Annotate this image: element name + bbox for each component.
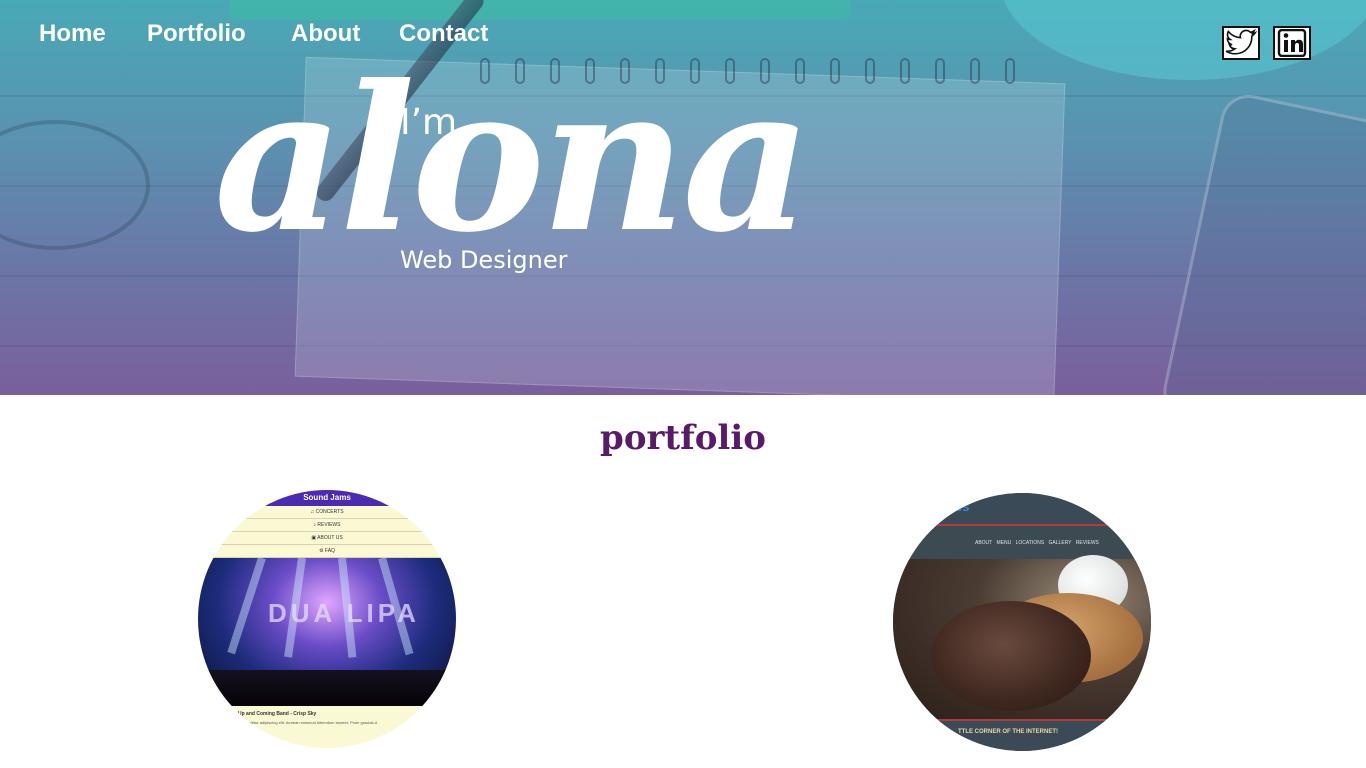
project-menu-item: ♫ CONCERTS: [198, 506, 456, 519]
linkedin-icon: [1277, 29, 1307, 57]
project-image-sign: DUA LIPA: [268, 598, 420, 628]
project-crowd: [198, 670, 456, 706]
notebook-ring: [865, 58, 875, 84]
project-caption: Up and Coming Band - Crisp Sky: [238, 711, 317, 717]
hero-banner: Home Portfolio About Contact alona I’m W…: [0, 0, 1366, 395]
project-site-title: Sound Jams: [198, 490, 456, 506]
hero-coffee-cup: [1000, 0, 1366, 80]
linkedin-link[interactable]: [1273, 26, 1311, 60]
hero-brand: alona I’m Web Designer: [214, 60, 814, 290]
hero-phone: [1158, 89, 1366, 395]
project-tagline: TTLE CORNER OF THE INTERNET!: [958, 729, 1058, 735]
notebook-ring: [1005, 58, 1015, 84]
portfolio-project-sound-jams[interactable]: Sound Jams ♫ CONCERTS ♪ REVIEWS ▣ ABOUT …: [198, 490, 456, 748]
project-divider: [893, 524, 1151, 526]
project-menu-item: ⚙ FAQ: [198, 545, 456, 558]
nav-home[interactable]: Home: [39, 20, 106, 48]
portfolio-title: portfolio: [600, 418, 766, 458]
project-footer: [893, 721, 1151, 751]
project-site-title: es: [955, 499, 970, 514]
notebook-ring: [970, 58, 980, 84]
twitter-link[interactable]: [1222, 26, 1260, 60]
notebook-ring: [900, 58, 910, 84]
hero-role: Web Designer: [400, 246, 568, 274]
twitter-icon: [1225, 28, 1258, 55]
project-menu: ABOUT MENU LOCATIONS GALLERY REVIEWS: [975, 540, 1099, 546]
project-cookie: [931, 601, 1091, 711]
project-header: [893, 493, 1151, 523]
notebook-ring: [935, 58, 945, 84]
project-menu-item: ♪ REVIEWS: [198, 519, 456, 532]
hero-intro: I’m: [400, 102, 458, 143]
portfolio-project-cookies[interactable]: es ABOUT MENU LOCATIONS GALLERY REVIEWS …: [893, 493, 1151, 751]
notebook-ring: [830, 58, 840, 84]
hero-desk-band: [230, 0, 850, 20]
project-caption-sub: consectetur adipiscing elit. Aenean euis…: [238, 720, 377, 725]
project-menu-item: ▣ ABOUT US: [198, 532, 456, 545]
hero-name: alona: [214, 42, 812, 277]
